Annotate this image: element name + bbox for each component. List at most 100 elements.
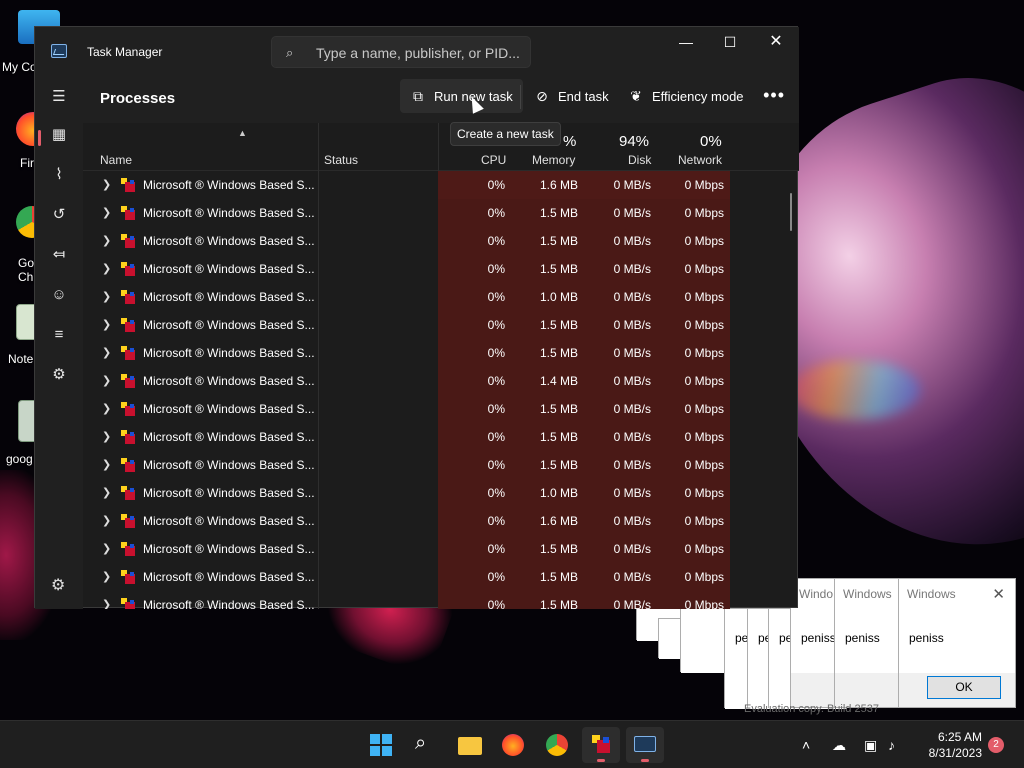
table-row[interactable]: ❯ Microsoft ® Windows Based S... 0% 1.5 MB 0… xyxy=(83,451,799,479)
chevron-right-icon[interactable]: ❯ xyxy=(102,290,111,303)
process-name: Microsoft ® Windows Based S... xyxy=(143,514,315,528)
process-name: Microsoft ® Windows Based S... xyxy=(143,318,315,332)
title-bar[interactable]: Task Manager ⌕ — ☐ ✕ xyxy=(35,27,799,75)
app-history-icon[interactable]: ↺ xyxy=(47,203,71,227)
startup-apps-icon[interactable]: ⤆ xyxy=(47,243,71,267)
chevron-right-icon[interactable]: ❯ xyxy=(102,346,111,359)
script-host-icon xyxy=(121,542,135,556)
chrome-taskbar-button[interactable] xyxy=(538,727,576,763)
process-name: Microsoft ® Windows Based S... xyxy=(143,262,315,276)
chevron-right-icon[interactable]: ❯ xyxy=(102,262,111,275)
process-name: Microsoft ® Windows Based S... xyxy=(143,346,315,360)
process-name: Microsoft ® Windows Based S... xyxy=(143,598,315,609)
performance-icon[interactable]: ⌇ xyxy=(47,163,71,187)
table-row[interactable]: ❯ Microsoft ® Windows Based S... 0% 1.5 MB 0… xyxy=(83,199,799,227)
windows-based-script-host-button[interactable] xyxy=(582,727,620,763)
chevron-right-icon[interactable]: ❯ xyxy=(102,598,111,609)
search-taskbar-button[interactable]: ⌕ xyxy=(406,727,444,763)
search-input[interactable] xyxy=(316,43,521,63)
cpu-value: 0% xyxy=(487,486,505,500)
hamburger-menu-icon[interactable]: ☰ xyxy=(47,85,71,109)
task-manager-window[interactable]: Task Manager ⌕ — ☐ ✕ ☰ ▦ ⌇ ↺ ⤆ ☺ ≡ ⚙ ⚙ P… xyxy=(34,26,799,609)
column-header-network[interactable]: Network xyxy=(678,153,722,167)
network-value: 0 Mbps xyxy=(684,458,724,472)
column-header-name[interactable]: Name xyxy=(100,153,132,167)
maximize-button[interactable]: ☐ xyxy=(707,27,753,59)
chevron-right-icon[interactable]: ❯ xyxy=(102,514,111,527)
cpu-value: 0% xyxy=(487,318,505,332)
network-icon[interactable]: ▣ xyxy=(864,737,877,754)
notification-badge[interactable]: 2 xyxy=(988,737,1004,753)
clock[interactable]: 6:25 AM 8/31/2023 xyxy=(918,729,982,761)
efficiency-mode-button[interactable]: ❦ Efficiency mode xyxy=(618,79,754,113)
column-header-cpu[interactable]: CPU xyxy=(481,153,506,167)
memory-value: 1.5 MB xyxy=(539,598,578,609)
chevron-right-icon[interactable]: ❯ xyxy=(102,402,111,415)
chevron-right-icon[interactable]: ❯ xyxy=(102,542,111,555)
column-header-disk[interactable]: Disk xyxy=(628,153,651,167)
chevron-up-icon[interactable]: ˄ xyxy=(802,737,810,753)
table-row[interactable]: ❯ Microsoft ® Windows Based S... 0% 1.6 MB 0… xyxy=(83,507,799,535)
volume-icon[interactable]: ♪ xyxy=(888,737,895,753)
start-button[interactable] xyxy=(362,727,400,763)
more-options-icon[interactable]: ••• xyxy=(763,85,785,105)
sort-ascending-icon[interactable]: ▲ xyxy=(238,128,247,138)
chevron-right-icon[interactable]: ❯ xyxy=(102,206,111,219)
details-icon[interactable]: ≡ xyxy=(47,323,71,347)
onedrive-offline-icon[interactable]: ☁ xyxy=(832,737,846,754)
minimize-button[interactable]: — xyxy=(663,27,709,59)
cpu-value: 0% xyxy=(487,570,505,584)
cpu-value: 0% xyxy=(487,458,505,472)
chevron-right-icon[interactable]: ❯ xyxy=(102,570,111,583)
table-row[interactable]: ❯ Microsoft ® Windows Based S... 0% 1.5 MB 0… xyxy=(83,255,799,283)
table-row[interactable]: ❯ Microsoft ® Windows Based S... 0% 1.0 MB 0… xyxy=(83,479,799,507)
run-new-task-button[interactable]: ⧉ Run new task xyxy=(400,79,523,113)
chevron-right-icon[interactable]: ❯ xyxy=(102,234,111,247)
chevron-right-icon[interactable]: ❯ xyxy=(102,458,111,471)
network-value: 0 Mbps xyxy=(684,402,724,416)
ok-button[interactable]: OK xyxy=(927,676,1001,699)
chevron-right-icon[interactable]: ❯ xyxy=(102,486,111,499)
end-task-button[interactable]: ⊘ End task xyxy=(524,79,619,113)
close-icon[interactable]: ✕ xyxy=(992,585,1005,603)
users-icon[interactable]: ☺ xyxy=(47,283,71,307)
table-row[interactable]: ❯ Microsoft ® Windows Based S... 0% 1.5 MB 0… xyxy=(83,535,799,563)
column-header-status[interactable]: Status xyxy=(324,153,358,167)
table-row[interactable]: ❯ Microsoft ® Windows Based S... 0% 1.6 MB 0… xyxy=(83,171,799,199)
task-manager-icon xyxy=(634,736,656,752)
chevron-right-icon[interactable]: ❯ xyxy=(102,178,111,191)
chevron-right-icon[interactable]: ❯ xyxy=(102,430,111,443)
script-host-icon xyxy=(121,598,135,609)
settings-gear-icon[interactable]: ⚙ xyxy=(51,575,65,595)
table-row[interactable]: ❯ Microsoft ® Windows Based S... 0% 1.4 MB 0… xyxy=(83,367,799,395)
network-value: 0 Mbps xyxy=(684,318,724,332)
scrollbar-thumb[interactable] xyxy=(790,193,792,231)
table-row[interactable]: ❯ Microsoft ® Windows Based S... 0% 1.5 MB 0… xyxy=(83,591,799,609)
processes-icon[interactable]: ▦ xyxy=(47,123,71,147)
table-row[interactable]: ❯ Microsoft ® Windows Based S... 0% 1.5 MB 0… xyxy=(83,395,799,423)
memory-value: 1.5 MB xyxy=(539,346,578,360)
column-header-memory[interactable]: Memory xyxy=(532,153,575,167)
table-row[interactable]: ❯ Microsoft ® Windows Based S... 0% 1.5 MB 0… xyxy=(83,563,799,591)
task-manager-taskbar-button[interactable] xyxy=(626,727,664,763)
disk-value: 0 MB/s xyxy=(613,402,651,416)
search-box[interactable]: ⌕ xyxy=(271,36,531,68)
firefox-taskbar-button[interactable] xyxy=(494,727,532,763)
table-row[interactable]: ❯ Microsoft ® Windows Based S... 0% 1.5 MB 0… xyxy=(83,311,799,339)
task-manager-logo-icon xyxy=(51,44,67,58)
file-explorer-button[interactable] xyxy=(450,727,488,763)
firefox-icon xyxy=(502,734,524,756)
services-icon[interactable]: ⚙ xyxy=(47,363,71,387)
chevron-right-icon[interactable]: ❯ xyxy=(102,374,111,387)
table-row[interactable]: ❯ Microsoft ® Windows Based S... 0% 1.5 MB 0… xyxy=(83,423,799,451)
taskbar: ⌕ ˄ ☁ ▣ ♪ 6:25 AM 8/31/2023 2 xyxy=(0,720,1024,768)
efficiency-mode-label: Efficiency mode xyxy=(652,89,744,104)
close-button[interactable]: ✕ xyxy=(753,27,799,59)
chevron-right-icon[interactable]: ❯ xyxy=(102,318,111,331)
table-row[interactable]: ❯ Microsoft ® Windows Based S... 0% 1.5 MB 0… xyxy=(83,339,799,367)
folder-icon xyxy=(458,737,482,755)
table-row[interactable]: ❯ Microsoft ® Windows Based S... 0% 1.5 MB 0… xyxy=(83,227,799,255)
message-box-front[interactable]: Windows ✕ peniss OK xyxy=(898,578,1016,708)
process-name: Microsoft ® Windows Based S... xyxy=(143,374,315,388)
table-row[interactable]: ❯ Microsoft ® Windows Based S... 0% 1.0 MB 0… xyxy=(83,283,799,311)
